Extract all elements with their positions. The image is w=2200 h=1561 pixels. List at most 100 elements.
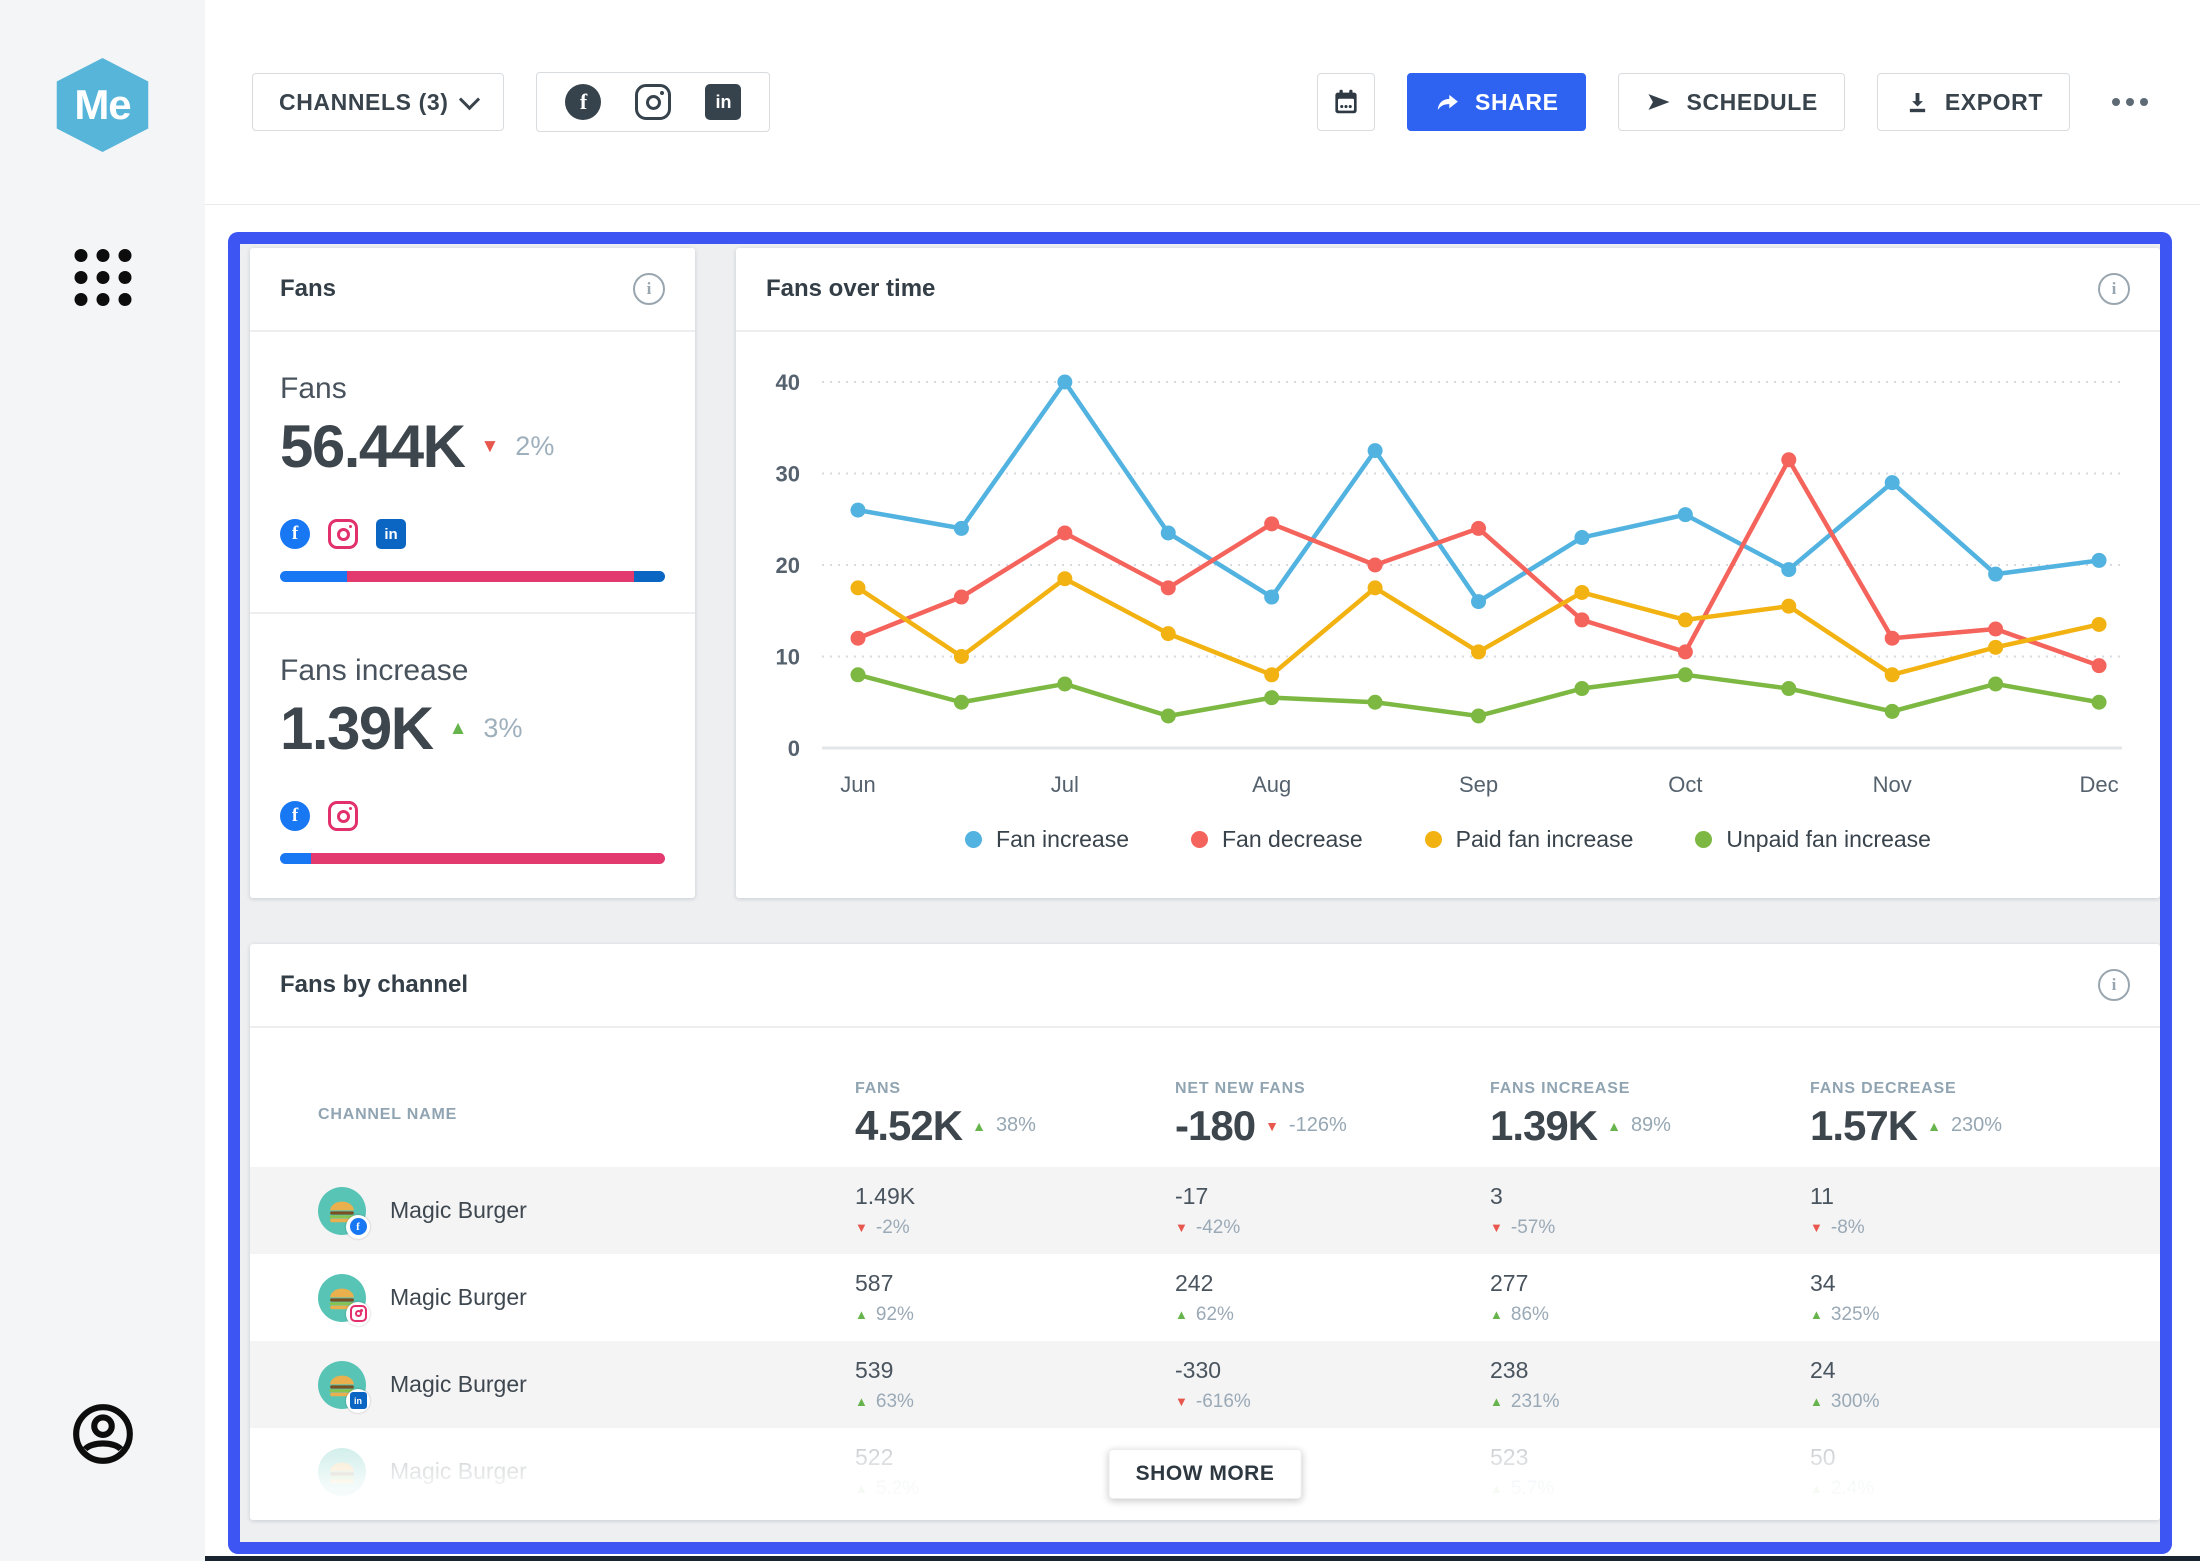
table-row[interactable]: inMagic Burger539▲63%-330▼-616%238▲231%2… bbox=[250, 1341, 2160, 1428]
summary-cell-net-new-fans: NET NEW FANS -180 ▼ -126% bbox=[1175, 1080, 1490, 1150]
up-triangle-icon: ▲ bbox=[1490, 1482, 1503, 1495]
metric-cell: 277▲86% bbox=[1490, 1270, 1810, 1326]
metric-cell: 3▼-57% bbox=[1490, 1183, 1810, 1239]
legend-dot-icon bbox=[1695, 831, 1712, 848]
legend-dot-icon bbox=[965, 831, 982, 848]
legend-label: Fan increase bbox=[996, 826, 1129, 853]
date-range-button[interactable] bbox=[1317, 73, 1375, 131]
svg-text:20: 20 bbox=[776, 553, 800, 578]
account-icon[interactable] bbox=[68, 1399, 138, 1469]
summary-cell-fans: FANS4.52K▲38% bbox=[855, 1080, 1175, 1150]
column-header: FANS DECREASE bbox=[1810, 1080, 2160, 1098]
summary-cell-fans-decrease: FANS DECREASE1.57K▲230% bbox=[1810, 1080, 2160, 1150]
metric-delta: 92% bbox=[876, 1304, 914, 1326]
channel-avatar bbox=[318, 1448, 366, 1496]
fans-stat-value: 56.44K bbox=[280, 412, 464, 481]
legend-item-paid-fan-increase[interactable]: Paid fan increase bbox=[1425, 826, 1634, 853]
column-header: FANS bbox=[855, 1080, 1175, 1098]
legend-dot-icon bbox=[1191, 831, 1208, 848]
show-more-button[interactable]: SHOW MORE bbox=[1109, 1449, 1302, 1499]
send-icon bbox=[1645, 88, 1673, 116]
app-root: Me CHANNELS (3) fin bbox=[0, 0, 2200, 1561]
down-triangle-icon: ▼ bbox=[1265, 1119, 1279, 1133]
summary-delta: -126% bbox=[1289, 1114, 1347, 1137]
facebook-icon: f bbox=[565, 84, 601, 120]
account-circle-icon bbox=[68, 1399, 138, 1469]
schedule-button[interactable]: SCHEDULE bbox=[1618, 73, 1845, 131]
app-logo[interactable]: Me bbox=[51, 58, 155, 152]
fans-over-time-title: Fans over time bbox=[766, 275, 935, 303]
facebook-icon: f bbox=[280, 519, 310, 549]
fans-by-channel-card: Fans by channel i CHANNEL NAMEFANS4.52K▲… bbox=[250, 944, 2160, 1520]
bar-segment bbox=[347, 571, 634, 582]
metric-cell: 238▲231% bbox=[1490, 1357, 1810, 1413]
metric-value: 11 bbox=[1810, 1183, 2160, 1210]
metric-delta: 300% bbox=[1831, 1391, 1880, 1413]
up-triangle-icon: ▲ bbox=[1927, 1119, 1941, 1133]
export-button[interactable]: EXPORT bbox=[1877, 73, 2070, 131]
summary-value: -180 bbox=[1175, 1102, 1255, 1150]
share-button[interactable]: SHARE bbox=[1407, 73, 1586, 131]
fans-network-icons: fin bbox=[280, 519, 665, 549]
table-row[interactable]: Magic Burger587▲92%242▲62%277▲86%34▲325% bbox=[250, 1254, 2160, 1341]
metric-value: 277 bbox=[1490, 1270, 1810, 1297]
series-fan-decrease bbox=[858, 460, 2099, 666]
up-triangle-icon: ▲ bbox=[855, 1308, 868, 1321]
legend-item-unpaid-fan-increase[interactable]: Unpaid fan increase bbox=[1695, 826, 1931, 853]
summary-delta: 230% bbox=[1951, 1114, 2002, 1137]
metric-delta: 5.2% bbox=[876, 1478, 919, 1500]
fans-increase-stat-value: 1.39K bbox=[280, 694, 433, 763]
share-button-label: SHARE bbox=[1475, 89, 1559, 116]
export-button-label: EXPORT bbox=[1945, 89, 2043, 116]
column-header: NET NEW FANS bbox=[1175, 1080, 1490, 1098]
svg-text:40: 40 bbox=[776, 370, 800, 395]
svg-text:Jun: Jun bbox=[840, 772, 875, 797]
instagram-badge-icon bbox=[346, 1302, 370, 1326]
fans-by-channel-title: Fans by channel bbox=[280, 971, 468, 999]
app-logo-text: Me bbox=[74, 81, 130, 129]
metric-delta: 231% bbox=[1511, 1391, 1560, 1413]
info-icon[interactable]: i bbox=[633, 273, 665, 305]
fans-increase-stat-label: Fans increase bbox=[280, 654, 665, 688]
metric-delta: 325% bbox=[1831, 1304, 1880, 1326]
up-triangle-icon: ▲ bbox=[1490, 1308, 1503, 1321]
linkedin-badge-icon: in bbox=[346, 1389, 370, 1413]
more-options-icon[interactable] bbox=[2102, 88, 2158, 116]
up-triangle-icon: ▲ bbox=[855, 1482, 868, 1495]
metric-cell: 523▲5.7% bbox=[1490, 1444, 1810, 1500]
metric-cell: 242▲62% bbox=[1175, 1270, 1490, 1326]
metric-delta: 62% bbox=[1196, 1304, 1234, 1326]
down-triangle-icon: ▼ bbox=[855, 1221, 868, 1234]
metric-cell: 587▲92% bbox=[855, 1270, 1175, 1326]
channel-avatar: in bbox=[318, 1361, 366, 1409]
channels-dropdown-button[interactable]: CHANNELS (3) bbox=[252, 73, 504, 131]
fans-increase-stat-section: Fans increase 1.39K ▲ 3% f bbox=[250, 612, 695, 892]
table-row[interactable]: fMagic Burger1.49K▼-2%-17▼-42%3▼-57%11▼-… bbox=[250, 1167, 2160, 1254]
chart-legend: Fan increase Fan decrease Paid fan increas… bbox=[736, 826, 2160, 853]
fans-over-time-card: Fans over time i 010203040JunJulAugSepOc… bbox=[736, 248, 2160, 898]
channel-name: Magic Burger bbox=[390, 1371, 527, 1398]
metric-cell: 1.49K▼-2% bbox=[855, 1183, 1175, 1239]
legend-item-fan-increase[interactable]: Fan increase bbox=[965, 826, 1129, 853]
summary-value: 1.39K bbox=[1490, 1102, 1597, 1150]
summary-cell-fans-increase: FANS INCREASE1.39K▲89% bbox=[1490, 1080, 1810, 1150]
metric-delta: 2.4% bbox=[1831, 1478, 1874, 1500]
bar-segment bbox=[280, 571, 347, 582]
instagram-icon bbox=[328, 519, 358, 549]
legend-dot-icon bbox=[1425, 831, 1442, 848]
apps-grid-icon[interactable] bbox=[68, 243, 137, 312]
metric-value: 50 bbox=[1810, 1444, 2160, 1471]
top-toolbar: CHANNELS (3) fin bbox=[205, 0, 2200, 205]
metric-value: 1.49K bbox=[855, 1183, 1175, 1210]
legend-item-fan-decrease[interactable]: Fan decrease bbox=[1191, 826, 1363, 853]
svg-text:30: 30 bbox=[776, 462, 800, 487]
svg-text:Dec: Dec bbox=[2079, 772, 2118, 797]
selected-networks-box[interactable]: fin bbox=[536, 72, 770, 132]
metric-value: 3 bbox=[1490, 1183, 1810, 1210]
info-icon[interactable]: i bbox=[2098, 273, 2130, 305]
up-triangle-icon: ▲ bbox=[1810, 1308, 1823, 1321]
info-icon[interactable]: i bbox=[2098, 969, 2130, 1001]
channels-dropdown-label: CHANNELS (3) bbox=[279, 89, 448, 116]
bar-segment bbox=[634, 571, 665, 582]
svg-text:Nov: Nov bbox=[1873, 772, 1912, 797]
